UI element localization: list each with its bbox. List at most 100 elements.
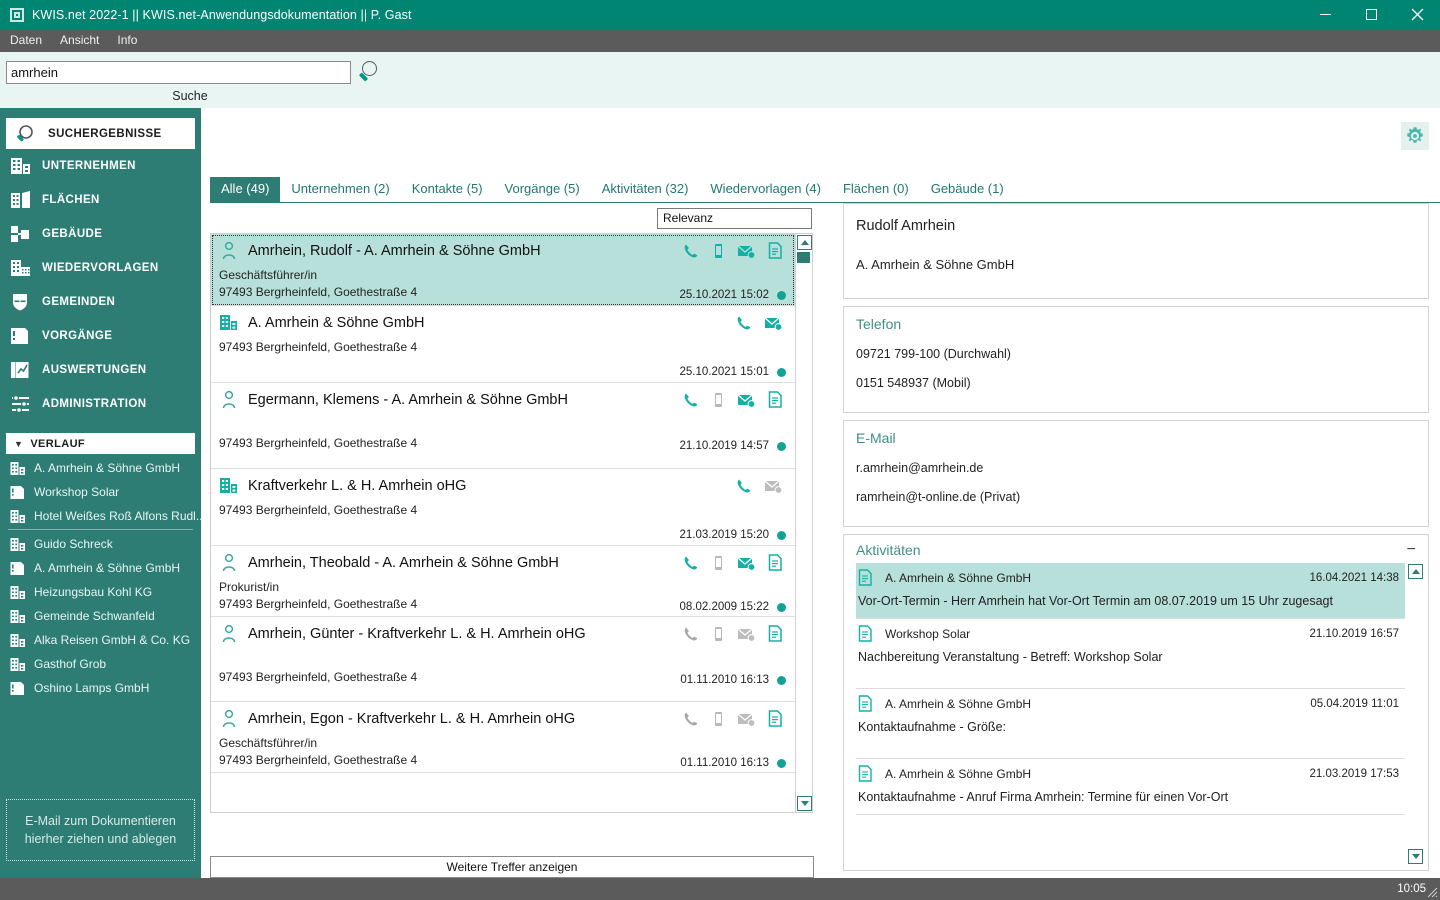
tab-vorgaenge[interactable]: Vorgänge (5): [494, 177, 591, 202]
list-item[interactable]: Guido Schreck: [0, 532, 201, 556]
scroll-thumb[interactable]: [797, 252, 810, 263]
structure-icon: [10, 224, 32, 244]
sidebar-item-flaechen[interactable]: FLÄCHEN: [0, 183, 201, 217]
close-button[interactable]: [1394, 0, 1440, 29]
scroll-down-button[interactable]: [797, 796, 812, 811]
table-row[interactable]: Egermann, Klemens - A. Amrhein & Söhne G…: [211, 383, 795, 469]
document-icon[interactable]: [768, 710, 783, 727]
mobile-icon: [711, 555, 725, 571]
scroll-up-button[interactable]: [797, 235, 812, 250]
tab-unternehmen[interactable]: Unternehmen (2): [280, 177, 400, 202]
activities-scrollbar[interactable]: [1407, 563, 1423, 870]
resize-grip-icon[interactable]: [1426, 886, 1438, 898]
sort-select[interactable]: Relevanz: [657, 207, 812, 229]
menu-item-info[interactable]: Info: [108, 29, 146, 52]
sidebar-item-wiedervorlagen[interactable]: WIEDERVORLAGEN: [0, 251, 201, 285]
tab-aktivitaeten[interactable]: Aktivitäten (32): [591, 177, 700, 202]
tab-wiedervorlagen[interactable]: Wiedervorlagen (4): [699, 177, 832, 202]
tab-kontakte[interactable]: Kontakte (5): [401, 177, 494, 202]
list-item-label: Gasthof Grob: [34, 657, 107, 671]
document-icon[interactable]: [768, 554, 783, 571]
search-input[interactable]: [6, 60, 351, 84]
status-badge: [777, 602, 786, 612]
document-icon[interactable]: [768, 625, 783, 642]
result-date: 21.10.2019 14:57: [679, 440, 769, 452]
collapse-button[interactable]: −: [1407, 542, 1416, 558]
search-icon[interactable]: [358, 59, 384, 85]
building-icon: [10, 509, 26, 524]
email-icon[interactable]: [737, 392, 756, 408]
menu-bar: Daten Ansicht Info: [0, 29, 1440, 52]
list-item[interactable]: Gasthof Grob: [0, 652, 201, 676]
document-icon[interactable]: [768, 391, 783, 408]
phone-icon[interactable]: [736, 478, 752, 494]
email-dropzone[interactable]: E-Mail zum Dokumentieren hierher ziehen …: [6, 799, 195, 861]
history-header[interactable]: ▼ VERLAUF: [6, 433, 195, 454]
settings-button[interactable]: [1401, 122, 1429, 150]
activities-list: A. Amrhein & Söhne GmbH 16.04.2021 14:38…: [856, 563, 1407, 870]
tab-gebaeude[interactable]: Gebäude (1): [920, 177, 1015, 202]
tab-flaechen[interactable]: Flächen (0): [832, 177, 920, 202]
list-item[interactable]: A. Amrhein & Söhne GmbH 05.04.2019 11:01…: [856, 689, 1405, 759]
building-icon: [10, 156, 32, 176]
phone-icon[interactable]: [683, 392, 699, 408]
maximize-button[interactable]: [1348, 0, 1394, 29]
list-item[interactable]: Gemeinde Schwanfeld: [0, 604, 201, 628]
phone-icon[interactable]: [683, 243, 699, 259]
sidebar-item-label: AUSWERTUNGEN: [42, 364, 147, 376]
sidebar-item-unternehmen[interactable]: UNTERNEHMEN: [0, 149, 201, 183]
phone-icon[interactable]: [683, 555, 699, 571]
list-item[interactable]: Workshop Solar 21.10.2019 16:57 Nachbere…: [856, 619, 1405, 689]
menu-item-daten[interactable]: Daten: [0, 29, 51, 52]
list-item[interactable]: Hotel Weißes Roß Alfons Rudl...: [0, 504, 201, 528]
results-scrollbar[interactable]: [796, 233, 813, 813]
sidebar-item-auswertungen[interactable]: AUSWERTUNGEN: [0, 353, 201, 387]
list-item[interactable]: Workshop Solar: [0, 480, 201, 504]
list-item[interactable]: A. Amrhein & Söhne GmbH: [0, 556, 201, 580]
minimize-button[interactable]: [1302, 0, 1348, 29]
result-actions: [683, 391, 786, 408]
mobile-icon[interactable]: [711, 243, 725, 259]
show-more-results-button[interactable]: Weitere Treffer anzeigen: [210, 856, 814, 878]
sidebar-item-gebaeude[interactable]: GEBÄUDE: [0, 217, 201, 251]
result-body: Geschäftsführer/in 97493 Bergrheinfeld, …: [219, 267, 786, 301]
sidebar-item-suchergebnisse[interactable]: SUCHERGEBNISSE: [6, 118, 195, 149]
scroll-down-button[interactable]: [1408, 849, 1423, 864]
table-row[interactable]: Amrhein, Günter - Kraftverkehr L. & H. A…: [211, 617, 795, 702]
result-date: 08.02.2009 15:22: [679, 601, 769, 613]
list-item[interactable]: A. Amrhein & Söhne GmbH 21.03.2019 17:53…: [856, 759, 1405, 815]
tab-alle[interactable]: Alle (49): [210, 177, 281, 202]
email-icon[interactable]: [764, 315, 783, 331]
results-pane: Relevanz Amrhein, Rudolf - A. Amrhein &: [201, 203, 826, 878]
table-row[interactable]: Amrhein, Theobald - A. Amrhein & Söhne G…: [211, 546, 795, 617]
email-icon[interactable]: [737, 243, 756, 259]
list-item[interactable]: Alka Reisen GmbH & Co. KG: [0, 628, 201, 652]
list-item-label: Guido Schreck: [34, 537, 113, 551]
phone-icon[interactable]: [736, 315, 752, 331]
result-actions: [736, 315, 786, 331]
sidebar-item-administration[interactable]: ADMINISTRATION: [0, 387, 201, 421]
email-icon: [737, 711, 756, 727]
phone-line: 0151 548937 (Mobil): [856, 376, 971, 390]
email-icon[interactable]: [737, 555, 756, 571]
result-actions: [736, 478, 786, 494]
table-row[interactable]: A. Amrhein & Söhne GmbH 97493 Bergrheinf…: [211, 306, 795, 383]
table-row[interactable]: Amrhein, Egon - Kraftverkehr L. & H. Amr…: [211, 702, 795, 773]
table-row[interactable]: Kraftverkehr L. & H. Amrhein oHG 97493 B…: [211, 469, 795, 546]
list-item[interactable]: Heizungsbau Kohl KG: [0, 580, 201, 604]
sidebar-item-gemeinden[interactable]: GEMEINDEN: [0, 285, 201, 319]
list-item[interactable]: A. Amrhein & Söhne GmbH 16.04.2021 14:38…: [856, 563, 1405, 619]
sidebar-item-vorgaenge[interactable]: VORGÄNGE: [0, 319, 201, 353]
document-icon[interactable]: [768, 242, 783, 259]
person-icon: [219, 553, 239, 572]
result-title: Kraftverkehr L. & H. Amrhein oHG: [248, 477, 467, 494]
building-icon: [10, 537, 26, 552]
menu-item-ansicht[interactable]: Ansicht: [51, 29, 108, 52]
dropzone-line-2: hierher ziehen und ablegen: [24, 832, 177, 846]
list-item[interactable]: A. Amrhein & Söhne GmbH: [0, 456, 201, 480]
scroll-up-button[interactable]: [1408, 564, 1423, 579]
scroll-track[interactable]: [797, 252, 810, 794]
list-item[interactable]: Oshino Lamps GmbH: [0, 676, 201, 700]
table-row[interactable]: Amrhein, Rudolf - A. Amrhein & Söhne Gmb…: [211, 234, 795, 306]
status-badge: [777, 367, 786, 377]
